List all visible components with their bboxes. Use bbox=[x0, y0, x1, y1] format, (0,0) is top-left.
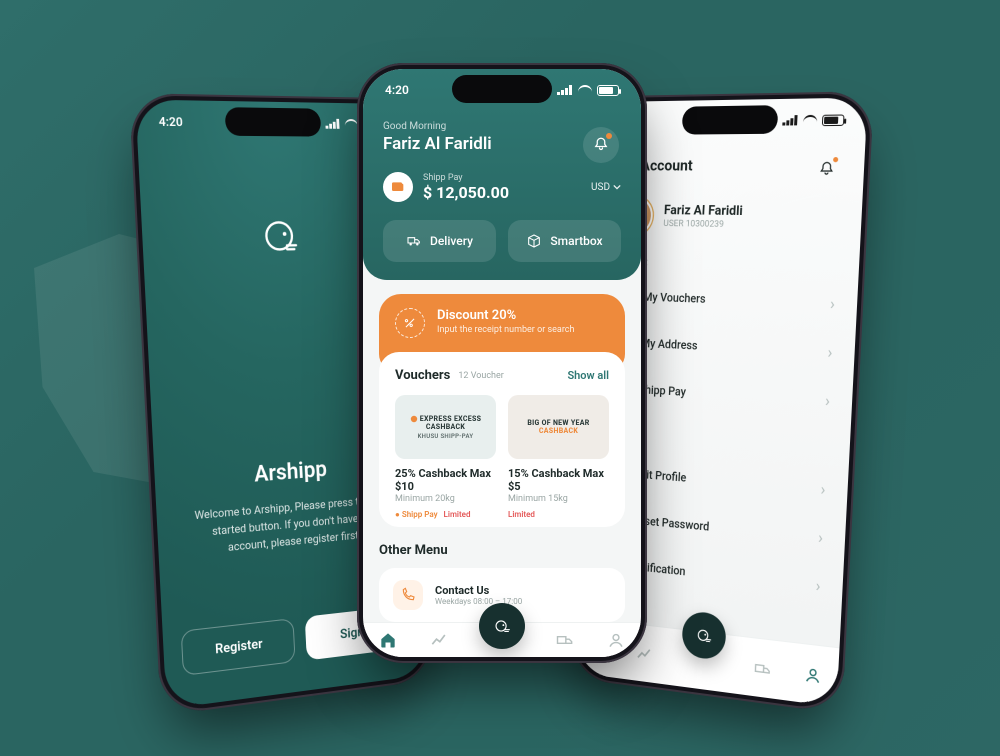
chevron-right-icon: › bbox=[825, 390, 831, 410]
notification-dot bbox=[606, 133, 612, 139]
wifi-icon bbox=[803, 115, 817, 125]
dynamic-island bbox=[452, 75, 552, 103]
vouchers-count: 12 Voucher bbox=[458, 371, 503, 381]
vouchers-show-all[interactable]: Show all bbox=[567, 369, 609, 382]
register-button[interactable]: Register bbox=[181, 618, 296, 676]
status-time: 4:20 bbox=[158, 114, 183, 129]
group-label: Account bbox=[614, 257, 837, 273]
contact-title: Contact Us bbox=[435, 584, 522, 597]
profile-name: Fariz Al Faridli bbox=[664, 203, 743, 219]
voucher-card[interactable]: BIG OF NEW YEAR CASHBACK 15% Cashback Ma… bbox=[508, 395, 609, 519]
track-icon bbox=[491, 615, 513, 637]
dynamic-island bbox=[225, 107, 322, 136]
notification-dot bbox=[833, 157, 838, 162]
chevron-right-icon: › bbox=[820, 479, 826, 499]
balance-value: $ 12,050.00 bbox=[423, 183, 509, 202]
chevron-right-icon: › bbox=[818, 527, 824, 547]
bell-icon bbox=[817, 160, 836, 179]
voucher-tag: Limited bbox=[508, 510, 535, 519]
voucher-title: 25% Cashback Max $10 bbox=[395, 467, 496, 493]
truck-icon bbox=[555, 630, 575, 650]
voucher-title: 15% Cashback Max $5 bbox=[508, 467, 609, 493]
promo-subtitle: Input the receipt number or search bbox=[437, 325, 574, 335]
notifications-button[interactable] bbox=[811, 154, 843, 185]
tab-activity[interactable] bbox=[428, 629, 450, 651]
vouchers-heading: Vouchers bbox=[395, 368, 450, 383]
phone-home: 4:20 Good Morning Fariz Al Faridli Shipp… bbox=[357, 63, 647, 663]
chart-icon bbox=[429, 630, 449, 650]
voucher-subtitle: Minimum 20kg bbox=[395, 494, 496, 504]
voucher-subtitle: Minimum 15kg bbox=[508, 494, 609, 504]
signal-icon bbox=[782, 115, 798, 125]
vouchers-section: Vouchers 12 Voucher Show all EXPRESS EXC… bbox=[379, 352, 625, 527]
truck-icon bbox=[752, 657, 772, 680]
tab-bar bbox=[363, 622, 641, 657]
delivery-button[interactable]: Delivery bbox=[383, 220, 496, 262]
dynamic-island bbox=[682, 105, 779, 134]
fab-track[interactable] bbox=[681, 610, 727, 661]
user-icon bbox=[606, 630, 626, 650]
battery-icon bbox=[597, 85, 619, 96]
signal-icon bbox=[325, 119, 340, 129]
home-icon bbox=[378, 630, 398, 650]
tab-profile[interactable] bbox=[801, 662, 824, 687]
app-logo-icon bbox=[256, 213, 302, 260]
voucher-card[interactable]: EXPRESS EXCESS CASHBACK KHUSU SHIPP-PAY … bbox=[395, 395, 496, 519]
phone-icon bbox=[393, 580, 423, 610]
fab-track[interactable] bbox=[479, 603, 525, 649]
smartbox-button[interactable]: Smartbox bbox=[508, 220, 621, 262]
track-icon bbox=[693, 623, 715, 647]
truck-icon bbox=[406, 233, 422, 249]
discount-icon bbox=[395, 308, 425, 338]
tab-profile[interactable] bbox=[605, 629, 627, 651]
battery-icon bbox=[822, 114, 845, 126]
voucher-tag: ● Shipp Pay bbox=[395, 510, 438, 519]
box-icon bbox=[526, 233, 542, 249]
chevron-down-icon bbox=[613, 183, 621, 191]
wifi-icon bbox=[345, 119, 358, 129]
chevron-right-icon: › bbox=[830, 293, 836, 313]
wallet-icon bbox=[383, 172, 413, 202]
user-icon bbox=[802, 663, 823, 686]
greeting-label: Good Morning bbox=[383, 121, 621, 132]
signal-icon bbox=[557, 85, 573, 95]
profile-row[interactable]: Fariz Al Faridli USER 10300239 bbox=[615, 196, 840, 239]
chevron-right-icon: › bbox=[815, 575, 821, 595]
voucher-image: BIG OF NEW YEAR CASHBACK bbox=[508, 395, 609, 459]
other-heading: Other Menu bbox=[379, 543, 625, 558]
tab-home[interactable] bbox=[377, 629, 399, 651]
wifi-icon bbox=[578, 85, 592, 95]
promo-title: Discount 20% bbox=[437, 308, 574, 323]
currency-selector[interactable]: USD bbox=[591, 182, 621, 193]
notifications-button[interactable] bbox=[583, 127, 619, 163]
status-time: 4:20 bbox=[385, 83, 409, 97]
app-name: Arshipp bbox=[254, 457, 328, 488]
chevron-right-icon: › bbox=[827, 342, 833, 362]
profile-id: USER 10300239 bbox=[663, 219, 742, 230]
voucher-image: EXPRESS EXCESS CASHBACK KHUSU SHIPP-PAY bbox=[395, 395, 496, 459]
page-title: My Account bbox=[618, 156, 842, 175]
tab-shipping[interactable] bbox=[554, 629, 576, 651]
balance-label: Shipp Pay bbox=[423, 173, 509, 183]
voucher-tag: Limited bbox=[444, 510, 471, 519]
tab-shipping[interactable] bbox=[751, 656, 773, 681]
